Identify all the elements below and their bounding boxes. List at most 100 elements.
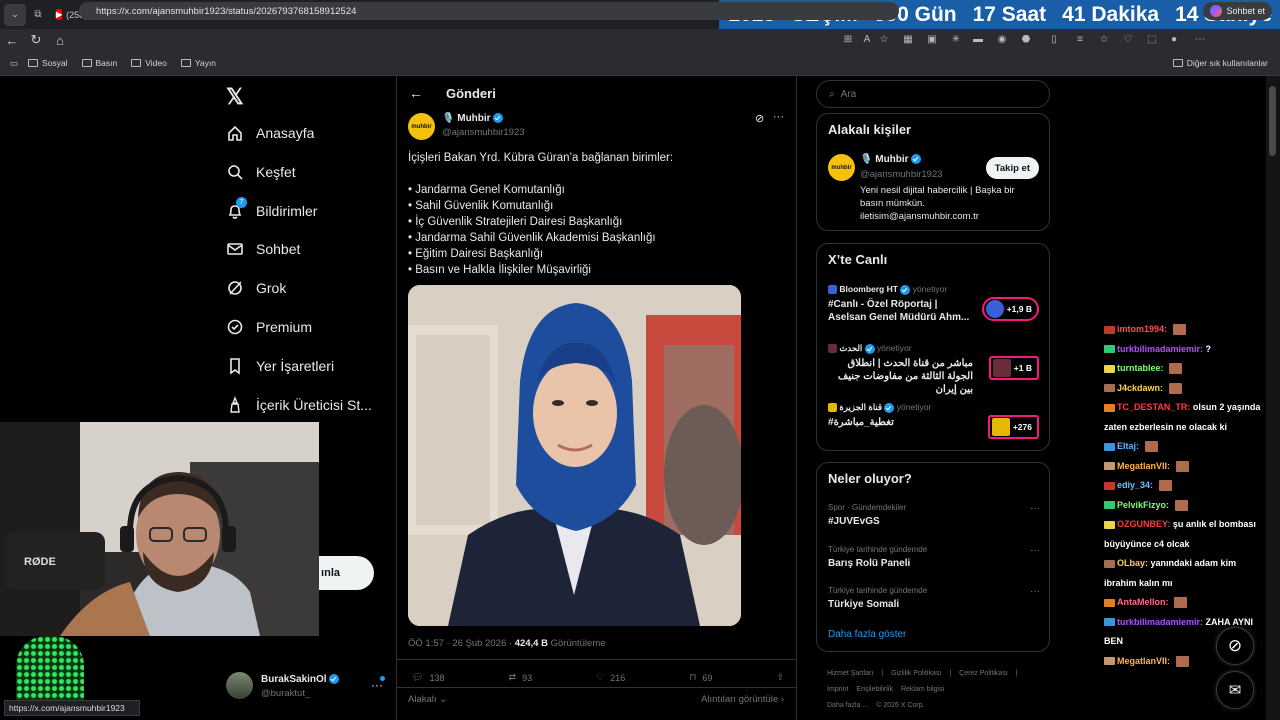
sidebar-item-grok[interactable]: Grok — [226, 279, 286, 297]
browser-extension-icon[interactable]: ◉ — [996, 34, 1008, 46]
related-avatar[interactable]: muhbir — [828, 154, 855, 181]
verified-icon — [900, 284, 911, 295]
reply-button[interactable]: 💬︎ 138 — [412, 672, 444, 683]
trend-item[interactable]: Türkiye tarihinde gündemde Barış Rolü Pan… — [828, 545, 1040, 569]
emote-icon — [1172, 324, 1186, 336]
bookmarks-icon[interactable]: ▭ — [0, 58, 28, 69]
sort-relevant[interactable]: Alakalı ⌄ — [408, 694, 447, 705]
show-more-link[interactable]: Daha fazla göster — [828, 629, 906, 640]
tab-list-icon[interactable]: ⌄ — [4, 3, 26, 26]
view-quotes-link[interactable]: Alıntıları görüntüle › — [701, 694, 784, 705]
sidebar-item-anasayfa[interactable]: Anasayfa — [226, 124, 314, 142]
related-name[interactable]: Muhbir — [875, 154, 908, 165]
grok-icon[interactable]: ⊘ — [755, 112, 764, 125]
bookmark-button[interactable]: ⊓ 69 — [689, 672, 712, 683]
copilot-button[interactable]: Sohbet et — [1203, 2, 1272, 20]
repost-button[interactable]: ⇄ 93 — [509, 672, 533, 683]
sidebar-item-i̇çerik[interactable]: İçerik Üreticisi St... — [226, 395, 372, 414]
account-switcher[interactable]: BurakSakinOl @buraktut_ ··· — [226, 670, 386, 704]
post-time[interactable]: ÖÖ 1:57 · 26 Şub 2026 · — [408, 638, 512, 649]
author-avatar[interactable]: muhbir — [408, 113, 435, 140]
listener-count: +1,9 B — [1006, 304, 1032, 314]
footer-link[interactable]: Hizmet Şartları — [827, 670, 873, 677]
back-arrow-icon[interactable]: ← — [409, 85, 423, 101]
browser-extension-icon[interactable]: ≡ — [1074, 34, 1086, 46]
more-icon[interactable]: ··· — [1030, 586, 1040, 597]
sidebar-item-keşfet[interactable]: Keşfet — [226, 163, 296, 181]
live-host[interactable]: Bloomberg HT yönetiyor — [828, 284, 947, 295]
footer-link[interactable]: Erişilebilirlik — [856, 686, 893, 693]
trend-item[interactable]: Türkiye tarihinde gündemde Türkiye Somali… — [828, 586, 1040, 610]
bookmark-folder[interactable]: Basın — [81, 58, 117, 68]
browser-extension-icon[interactable]: ⬣ — [1020, 34, 1032, 46]
live-title-text[interactable]: مباشر من قناة الحدث | انطلاق الجولة الثا… — [828, 357, 973, 396]
chat-badge-icon — [1104, 364, 1115, 373]
more-icon[interactable]: ··· — [1030, 503, 1040, 514]
browser-extension-icon[interactable]: ▬ — [972, 34, 984, 46]
follow-button[interactable]: Takip et — [985, 157, 1039, 179]
reload-icon[interactable]: ↻ — [24, 32, 48, 48]
more-options-icon[interactable]: ··· — [773, 111, 784, 123]
browser-extension-icon[interactable]: ⋯ — [1194, 34, 1206, 46]
like-button[interactable]: ♡ 216 — [596, 672, 625, 683]
bookmark-folder[interactable]: Sosyal — [28, 58, 68, 68]
live-listener-pill[interactable]: +1 B — [988, 356, 1039, 380]
browser-extension-icon[interactable]: ☆ — [878, 34, 890, 46]
footer-links: Hizmet Şartları | Gizlilik Politikası | Çere… — [827, 666, 1047, 714]
author-name-row[interactable]: 🎙️ Muhbir — [442, 113, 504, 124]
footer-link[interactable]: © 2026 X Corp. — [876, 702, 924, 709]
live-listener-pill[interactable]: +276 — [987, 415, 1039, 439]
footer-link[interactable]: Gizlilik Politikası — [891, 670, 941, 677]
browser-extension-icon[interactable]: ⬚ — [1146, 34, 1158, 46]
bookmark-folder[interactable]: Yayın — [180, 58, 216, 68]
sidebar-item-premium[interactable]: Premium — [226, 318, 312, 336]
trend-item[interactable]: Spor · Gündemdekiler #JUVEvGS ··· — [828, 503, 1040, 527]
grok-fab[interactable]: ⊘ — [1216, 627, 1254, 665]
browser-extension-icon[interactable]: A — [861, 34, 873, 46]
bookmark-label: Video — [145, 58, 167, 68]
url-field[interactable]: https://x.com/ajansmuhbir1923/status/202… — [79, 2, 899, 20]
page-scrollbar[interactable] — [1266, 76, 1280, 720]
footer-link[interactable]: Imprint — [827, 686, 848, 693]
browser-extension-icon[interactable]: ☆ — [1098, 34, 1110, 46]
browser-extension-icon[interactable]: ♡ — [1122, 34, 1134, 46]
host-avatar — [828, 344, 837, 354]
live-title-text[interactable]: #تغطية_مباشرة — [828, 416, 973, 429]
related-handle[interactable]: @ajansmuhbir1923 — [860, 169, 943, 180]
chat-username: TC_DESTAN_TR: — [1117, 402, 1191, 412]
browser-extension-icon[interactable]: ▯ — [1048, 34, 1060, 46]
post-photo[interactable] — [408, 285, 741, 626]
live-host[interactable]: قناة الجزيرة yönetiyor — [828, 402, 931, 413]
author-name: Muhbir — [457, 113, 491, 124]
live-listener-pill[interactable]: +1,9 B — [981, 297, 1039, 321]
bookmark-folder[interactable]: Video — [131, 58, 167, 68]
sidebar-item-sohbet[interactable]: Sohbet — [226, 240, 300, 258]
live-thumb — [985, 300, 1004, 318]
chat-username: MegatlanVII: — [1117, 460, 1171, 471]
like-count: 216 — [610, 672, 626, 683]
footer-link[interactable]: Daha fazla ... — [827, 702, 868, 709]
messages-fab[interactable]: ✉ — [1216, 671, 1254, 709]
account-name: BurakSakinOl — [261, 674, 327, 685]
live-host[interactable]: الحدث yönetiyor — [828, 343, 912, 354]
footer-link[interactable]: Reklam bilgisi — [901, 686, 944, 693]
more-icon[interactable]: ··· — [1030, 545, 1040, 556]
share-button[interactable]: ⇪ — [776, 672, 784, 683]
browser-extension-icon[interactable]: ● — [1168, 34, 1180, 46]
browser-extension-icon[interactable]: ▣ — [926, 34, 938, 46]
sidebar-item-bildirimler[interactable]: Bildirimler 7 — [226, 196, 317, 220]
live-title-text[interactable]: #Canlı - Özel Röportaj | Aselsan Genel M… — [828, 298, 973, 324]
x-logo-icon[interactable]: 𝕏 — [226, 84, 244, 110]
workspaces-icon[interactable]: ⧉ — [26, 9, 50, 20]
browser-extension-icon[interactable]: ⊞ — [842, 34, 854, 46]
author-handle[interactable]: @ajansmuhbir1923 — [442, 127, 525, 138]
back-icon[interactable]: ← — [0, 33, 24, 48]
search-input[interactable]: ⌕ Ara — [816, 80, 1050, 108]
sidebar-item-label: Anasayfa — [256, 125, 315, 141]
footer-link[interactable]: Çerez Politikası — [959, 670, 1008, 677]
other-bookmarks[interactable]: Diğer sık kullanılanlar — [1172, 58, 1268, 68]
browser-extension-icon[interactable]: ✳ — [950, 34, 962, 46]
sidebar-item-yer[interactable]: Yer İşaretleri — [226, 357, 334, 375]
browser-extension-icon[interactable]: ▦ — [902, 34, 914, 46]
home-browser-icon[interactable]: ⌂ — [48, 33, 72, 48]
